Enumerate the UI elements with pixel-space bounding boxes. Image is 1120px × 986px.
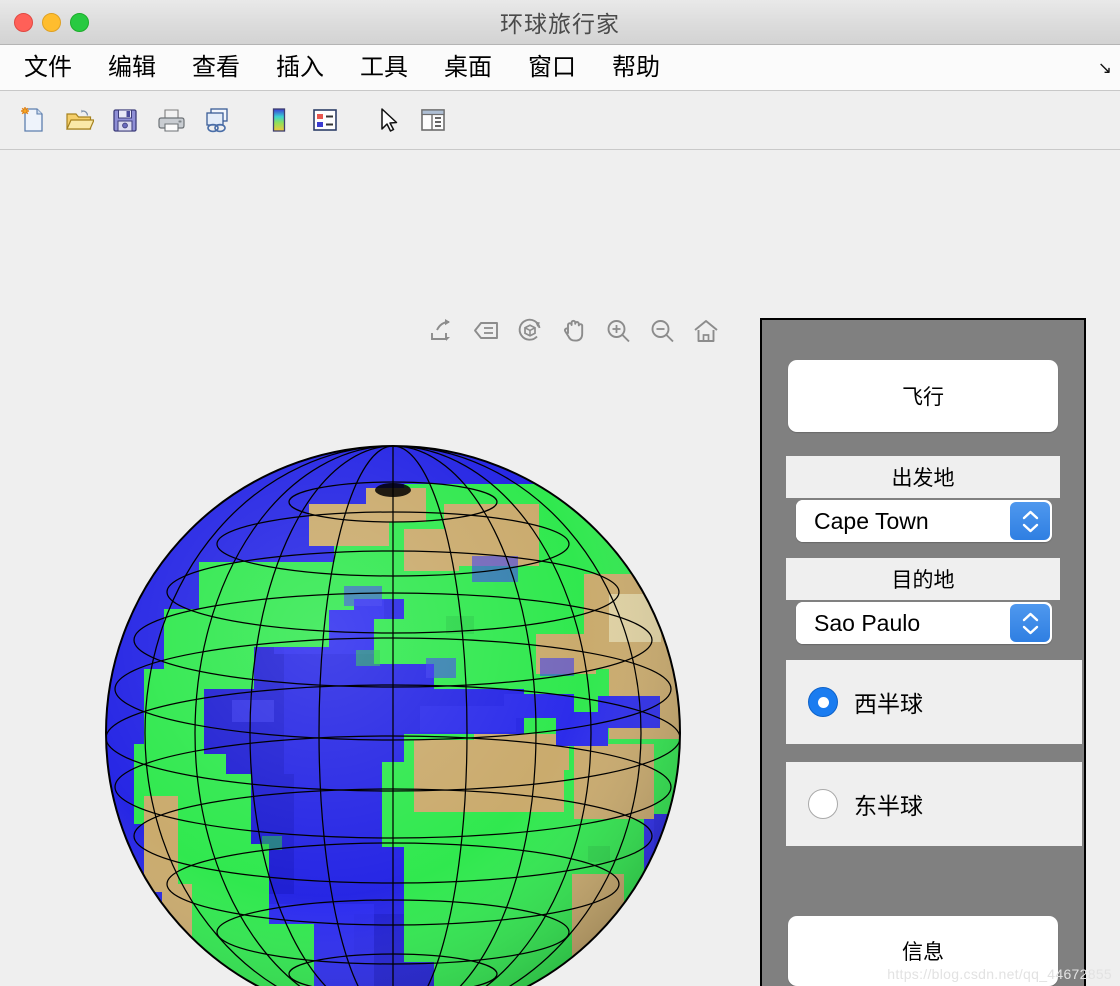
- link-plot-button[interactable]: [194, 98, 240, 142]
- menu-item-desktop[interactable]: 桌面: [426, 55, 510, 80]
- radio-western-hemisphere[interactable]: 西半球: [786, 660, 1082, 744]
- origin-label: 出发地: [786, 456, 1060, 498]
- cursor-arrow-icon: [381, 108, 398, 132]
- chevron-up-icon: [1022, 612, 1038, 621]
- home-restore-view-icon: [694, 320, 718, 342]
- save-icon: [113, 109, 137, 132]
- menu-item-file[interactable]: 文件: [6, 55, 90, 80]
- minimize-window-button[interactable]: [42, 12, 61, 32]
- radio-eastern-hemisphere[interactable]: 东半球: [786, 762, 1082, 846]
- insert-colorbar-button[interactable]: [256, 98, 302, 142]
- legend-icon: [313, 109, 337, 131]
- origin-dropdown[interactable]: Cape Town: [796, 500, 1052, 542]
- menu-overflow-arrow-icon[interactable]: ↘: [1098, 59, 1112, 76]
- chevron-down-icon: [1022, 625, 1038, 634]
- fly-button[interactable]: 飞行: [788, 360, 1058, 432]
- restore-view-button[interactable]: [688, 313, 724, 349]
- rotate-3d-button[interactable]: [512, 313, 548, 349]
- export-button[interactable]: [424, 313, 460, 349]
- window-title: 环球旅行家: [500, 11, 620, 37]
- globe-svg: [105, 445, 681, 986]
- open-file-button[interactable]: [56, 98, 102, 142]
- print-icon: [158, 109, 185, 132]
- new-figure-button[interactable]: [10, 98, 56, 142]
- control-panel: 飞行 出发地 Cape Town 目的地 Sao Paulo 西半球 东半球 信…: [760, 318, 1086, 986]
- menu-bar: 文件 编辑 查看 插入 工具 桌面 窗口 帮助 ↘: [0, 45, 1120, 91]
- destination-value[interactable]: Sao Paulo: [796, 602, 1010, 644]
- print-figure-button[interactable]: [148, 98, 194, 142]
- radio-eastern-hemisphere-mark[interactable]: [808, 789, 838, 819]
- insert-legend-button[interactable]: [302, 98, 348, 142]
- chevron-down-icon: [1022, 523, 1038, 532]
- menu-item-edit[interactable]: 编辑: [90, 55, 174, 80]
- zoom-in-button[interactable]: [600, 313, 636, 349]
- destination-stepper[interactable]: [1010, 604, 1050, 642]
- maximize-window-button[interactable]: [70, 12, 89, 32]
- origin-stepper[interactable]: [1010, 502, 1050, 540]
- radio-eastern-hemisphere-label: 东半球: [854, 793, 923, 819]
- close-window-button[interactable]: [14, 12, 33, 32]
- radio-western-hemisphere-label: 西半球: [854, 691, 923, 717]
- control-panel-inner: 飞行 出发地 Cape Town 目的地 Sao Paulo 西半球 东半球 信…: [762, 320, 1084, 986]
- save-figure-button[interactable]: [102, 98, 148, 142]
- pan-button[interactable]: [556, 313, 592, 349]
- origin-value[interactable]: Cape Town: [796, 500, 1010, 542]
- globe-visualization[interactable]: [104, 444, 682, 986]
- menu-item-insert[interactable]: 插入: [258, 55, 342, 80]
- edit-plot-button[interactable]: [364, 98, 410, 142]
- chevron-up-icon: [1022, 510, 1038, 519]
- window-controls: [14, 12, 89, 32]
- new-figure-icon: [21, 107, 43, 132]
- plot-browser-icon: [421, 109, 445, 131]
- menu-item-view[interactable]: 查看: [174, 55, 258, 80]
- rotate-3d-icon: [518, 318, 541, 341]
- zoom-out-button[interactable]: [644, 313, 680, 349]
- pan-hand-icon: [564, 319, 584, 342]
- colorbar-icon: [272, 108, 286, 132]
- plot-browser-button[interactable]: [410, 98, 456, 142]
- link-plot-icon: [206, 108, 228, 133]
- data-tips-button[interactable]: [468, 313, 504, 349]
- open-folder-icon: [66, 109, 94, 130]
- export-icon: [431, 319, 450, 341]
- app-window: 环球旅行家 文件 编辑 查看 插入 工具 桌面 窗口 帮助 ↘ 飞行 出发地 C…: [0, 0, 1120, 986]
- zoom-out-icon: [651, 320, 674, 343]
- title-bar: 环球旅行家: [0, 0, 1120, 45]
- watermark-text: https://blog.csdn.net/qq_44672855: [887, 966, 1112, 982]
- axes-toolbar: [424, 313, 724, 349]
- figure-canvas: 飞行 出发地 Cape Town 目的地 Sao Paulo 西半球 东半球 信…: [0, 150, 1120, 986]
- radio-western-hemisphere-mark[interactable]: [808, 687, 838, 717]
- zoom-in-icon: [607, 320, 630, 343]
- menu-item-tools[interactable]: 工具: [342, 55, 426, 80]
- destination-label: 目的地: [786, 558, 1060, 600]
- menu-item-help[interactable]: 帮助: [594, 55, 678, 80]
- figure-toolbar: [0, 91, 1120, 150]
- destination-dropdown[interactable]: Sao Paulo: [796, 602, 1052, 644]
- menu-item-window[interactable]: 窗口: [510, 55, 594, 80]
- data-tips-icon: [474, 322, 498, 339]
